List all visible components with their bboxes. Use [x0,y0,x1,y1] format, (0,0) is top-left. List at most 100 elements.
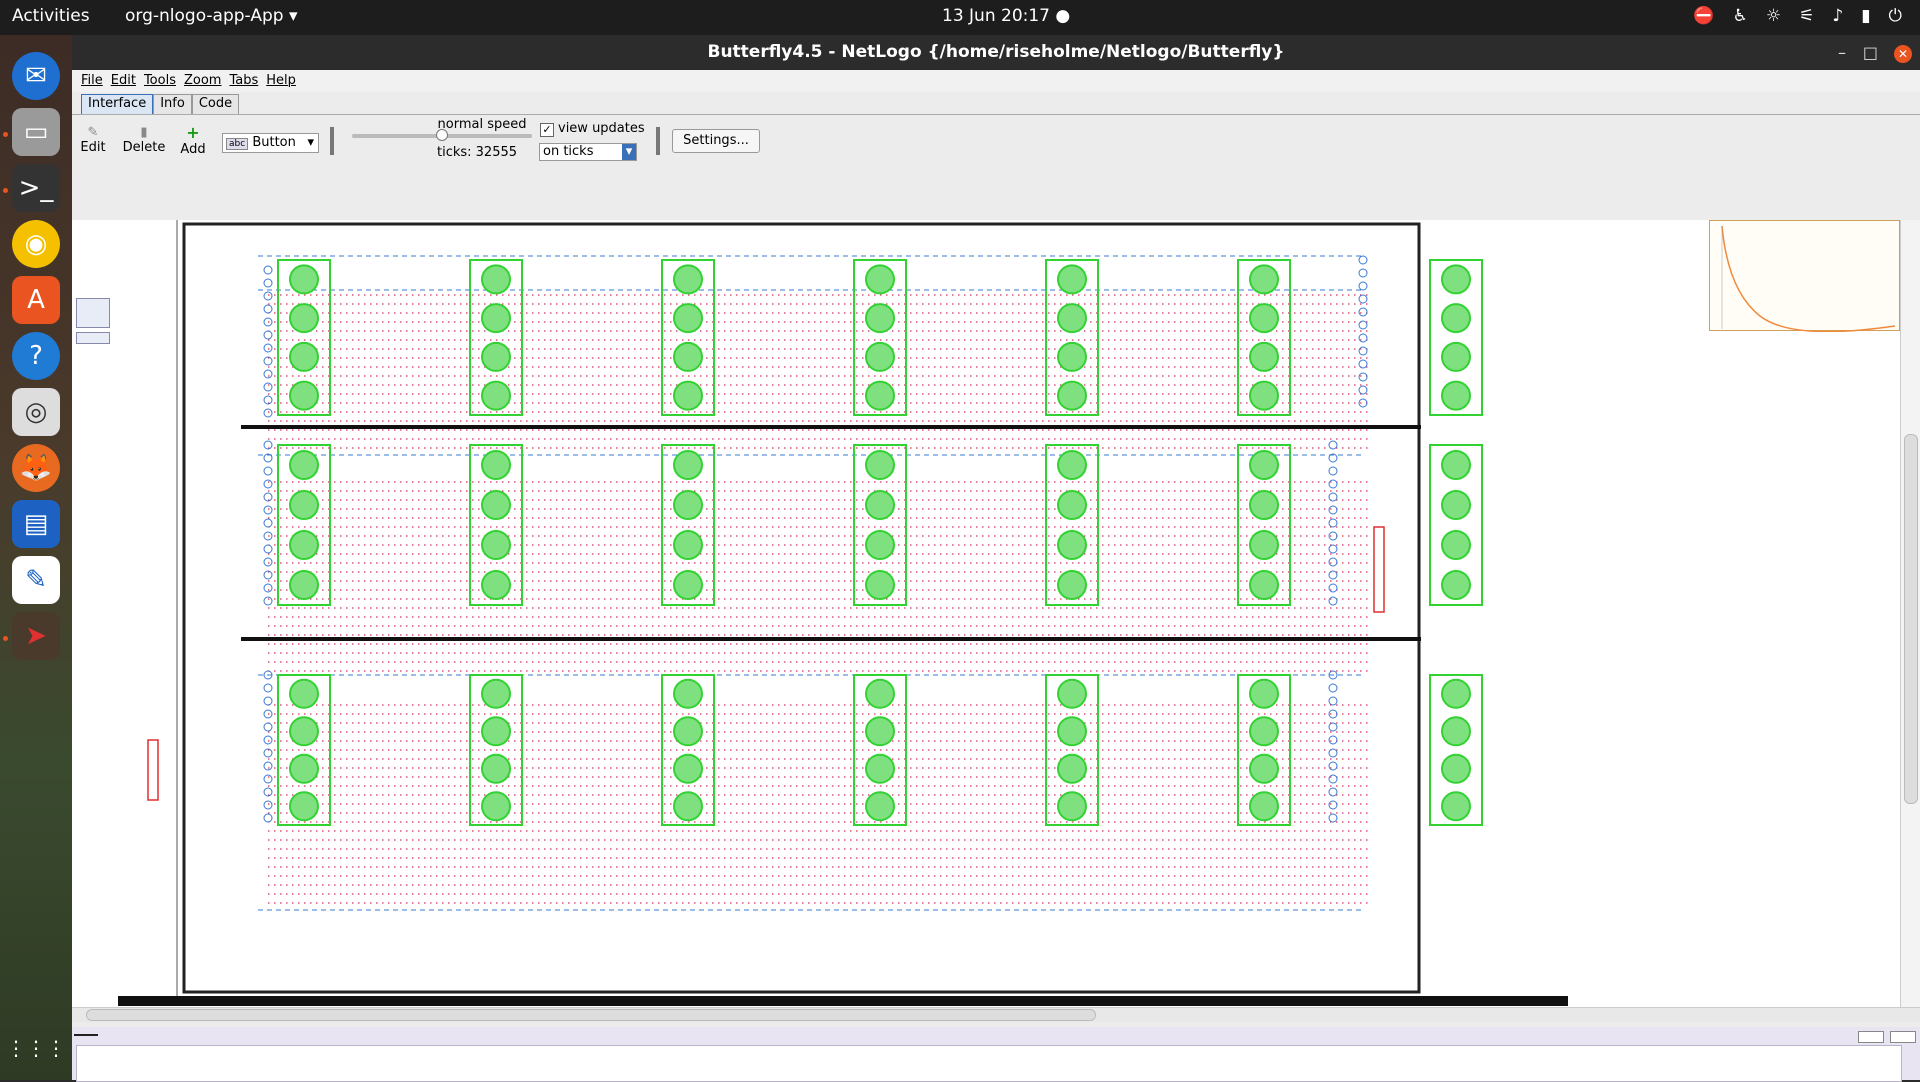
settings-button[interactable]: Settings... [672,129,760,153]
plant-pot [289,530,319,560]
plant-pot [673,380,703,411]
plant-pot [481,791,511,822]
row-marker [1328,505,1338,515]
menu-edit[interactable]: Edit [111,70,136,92]
horizontal-scrollbar[interactable] [72,1007,1920,1022]
thunderbird-icon[interactable]: ✉ [12,52,60,100]
firefox-icon[interactable]: 🦊 [12,444,60,492]
row-marker [263,518,273,528]
libreoffice-writer-icon[interactable]: ▤ [12,500,60,548]
plant-pot [1249,264,1279,295]
plant-pot [1249,303,1279,334]
command-output[interactable] [76,1045,1902,1082]
vertical-scrollbar-thumb[interactable] [1904,434,1918,804]
wifi-icon: ⚟ [1799,6,1815,26]
row-marker [1328,583,1338,593]
menu-tabs[interactable]: Tabs [229,70,258,92]
row-marker [1328,774,1338,784]
running-indicator [3,132,8,137]
plant-pot [289,716,319,747]
row-marker [1358,385,1368,395]
speed-slider-handle[interactable] [436,129,448,141]
plant-pot [481,450,511,480]
plant-pot [1441,753,1471,784]
row-marker [1358,255,1368,265]
menu-tools[interactable]: Tools [144,70,176,92]
screen-reader-icon[interactable]: ◎ [12,388,60,436]
widget-monitor-left[interactable] [76,332,110,344]
vertical-scrollbar[interactable] [1900,220,1920,1007]
text-editor-icon[interactable]: ✎ [12,556,60,604]
tab-code[interactable]: Code [191,94,240,114]
menu-file[interactable]: File [81,70,103,92]
command-center-handle[interactable] [74,1034,98,1036]
plant-pot [1441,716,1471,747]
tab-bar: Interface Info Code [72,92,1920,114]
row-marker [263,304,273,314]
power-menu-icon: ⏻ [1888,6,1902,26]
plant-pot [1057,490,1087,520]
terminal-icon[interactable]: >_ [12,164,60,212]
widget-slider-left[interactable] [76,298,110,328]
plant-pot [673,530,703,560]
notification-dot-icon: ● [1055,6,1071,26]
row-marker [263,343,273,353]
rhythmbox-icon[interactable]: ◉ [12,220,60,268]
maximize-icon[interactable]: □ [1863,35,1878,70]
system-tray[interactable]: ⛔ ♿ ☼ ⚟ ♪ ▮ ⏻ [1693,6,1902,26]
dock: ✉ ▭ >_ ◉ A ? ◎ 🦊 ▤ ✎ ➤ ⋮⋮⋮ [0,35,72,1080]
netlogo-icon[interactable]: ➤ [12,612,60,660]
plant-pot [481,570,511,600]
world-view[interactable] [118,220,1568,1006]
plant-pot [481,341,511,372]
row-marker [1358,359,1368,369]
row-marker [263,557,273,567]
plot-widget[interactable] [1709,220,1900,333]
files-icon[interactable]: ▭ [12,108,60,156]
row-marker [263,774,273,784]
show-applications-icon[interactable]: ⋮⋮⋮ [6,1024,66,1072]
system-top-bar: Activities org-nlogo-app-App ▾ 13 Jun 20… [0,0,1920,35]
menu-help[interactable]: Help [266,70,296,92]
command-center-clear[interactable] [1890,1031,1916,1043]
row-marker [1328,570,1338,580]
plant-pot [1441,341,1471,372]
widget-type-select[interactable]: abc Button ▾ [222,133,319,153]
plant-pot [1249,530,1279,560]
activities-button[interactable]: Activities [12,6,90,26]
row-marker [263,813,273,823]
add-button[interactable]: + Add [178,123,208,157]
menu-zoom[interactable]: Zoom [184,70,221,92]
greenhouse-wall [182,222,1421,994]
horizontal-scrollbar-thumb[interactable] [86,1009,1096,1021]
app-menu[interactable]: org-nlogo-app-App ▾ [125,6,297,26]
plant-pot [865,570,895,600]
window-title: Butterfly4.5 - NetLogo {/home/riseholme/… [707,42,1285,62]
clock[interactable]: 13 Jun 20:17 ● [942,6,1070,26]
tab-interface[interactable]: Interface [81,94,154,114]
row-marker [263,735,273,745]
netlogo-window: Butterfly4.5 - NetLogo {/home/riseholme/… [72,35,1920,1082]
row-marker [1328,596,1338,606]
plant-pot [1057,716,1087,747]
minimize-icon[interactable]: – [1838,35,1846,70]
plant-pot [1057,570,1087,600]
plant-pot [289,450,319,480]
edit-button[interactable]: ✎ Edit [78,125,108,155]
plant-pot [481,264,511,295]
row-marker [1328,787,1338,797]
tab-info[interactable]: Info [153,94,192,114]
ticks-counter: ticks: 32555 [436,145,518,160]
command-center-toggle[interactable] [1858,1031,1884,1043]
software-center-icon[interactable]: A [12,276,60,324]
row-marker [1328,492,1338,502]
close-icon[interactable]: ✕ [1894,35,1912,70]
plant-pot [289,303,319,334]
help-icon[interactable]: ? [12,332,60,380]
plant-pot [865,791,895,822]
row-marker [1358,307,1368,317]
delete-button[interactable]: ▮ Delete [121,125,167,155]
update-mode-select[interactable]: on ticks ▾ [539,143,637,161]
plus-icon: + [186,123,200,142]
view-updates-checkbox[interactable]: ✓ [540,123,554,137]
